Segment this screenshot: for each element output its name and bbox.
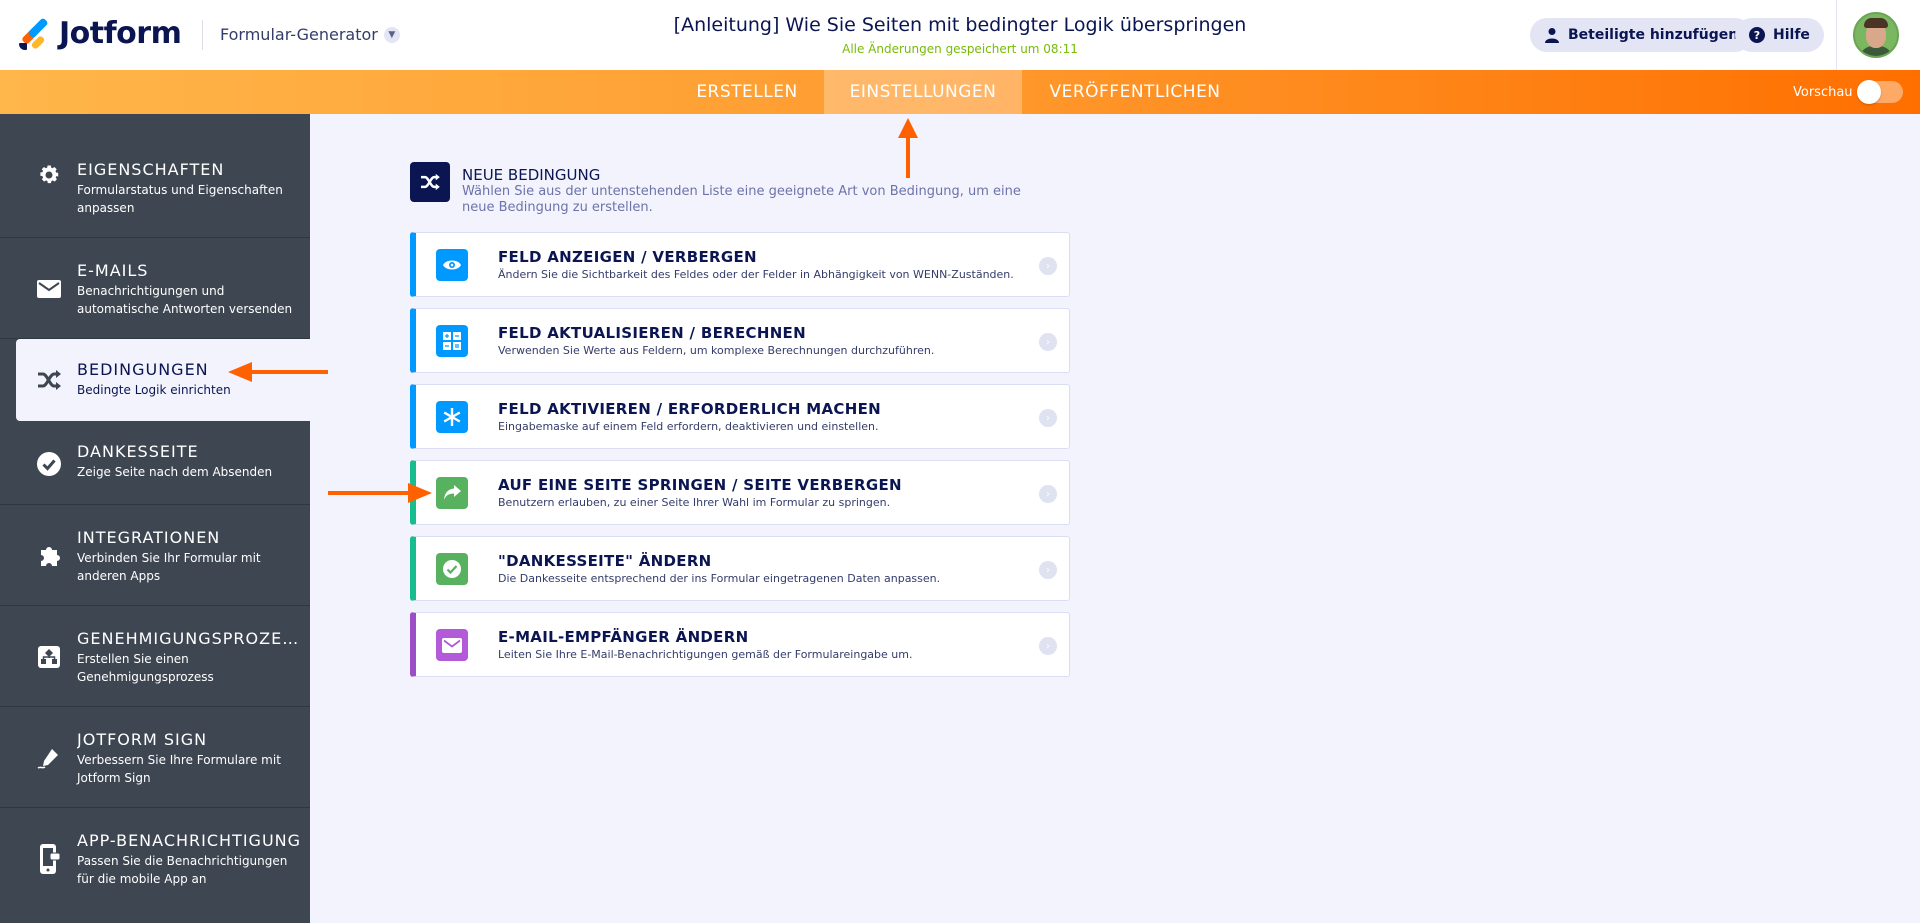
question-icon: ? bbox=[1749, 27, 1765, 43]
sidebar-item-desc: Benachrichtigungen und automatische Antw… bbox=[77, 284, 293, 316]
shuffle-icon bbox=[410, 162, 450, 202]
condition-card-update-calculate[interactable]: FELD AKTUALISIEREN / BERECHNEN Verwenden… bbox=[410, 308, 1070, 373]
sidebar-item-desc: Passen Sie die Benachrichtigungen für di… bbox=[77, 854, 288, 886]
sidebar-item-desc: Zeige Seite nach dem Absenden bbox=[77, 465, 273, 479]
sidebar-item-desc: Verbinden Sie Ihr Formular mit anderen A… bbox=[77, 551, 261, 583]
chevron-right-icon: › bbox=[1039, 257, 1057, 275]
condition-desc: Eingabemaske auf einem Feld erfordern, d… bbox=[498, 420, 879, 433]
condition-card-change-thankyou[interactable]: "DANKESSEITE" ÄNDERN Die Dankesseite ent… bbox=[410, 536, 1070, 601]
sidebar-item-title: E-MAILS bbox=[77, 261, 149, 280]
envelope-icon bbox=[436, 629, 468, 661]
sidebar-item-app-benachrichtigung[interactable]: APP-BENACHRICHTIGUNG Passen Sie die Bena… bbox=[0, 808, 310, 923]
sidebar-item-eigenschaften[interactable]: EIGENSCHAFTEN Formularstatus und Eigensc… bbox=[0, 114, 310, 238]
chevron-right-icon: › bbox=[1039, 637, 1057, 655]
calculator-icon bbox=[436, 325, 468, 357]
condition-desc: Benutzern erlauben, zu einer Seite Ihrer… bbox=[498, 496, 891, 509]
eye-icon bbox=[436, 249, 468, 281]
mobile-icon bbox=[36, 844, 62, 874]
sidebar-item-title: APP-BENACHRICHTIGUNG bbox=[77, 831, 302, 850]
help-button[interactable]: ? Hilfe bbox=[1735, 18, 1824, 52]
jotform-logo[interactable]: Jotform bbox=[19, 16, 182, 51]
header-divider bbox=[202, 20, 203, 50]
shuffle-icon bbox=[36, 367, 62, 393]
sidebar-item-genehmigungsprozess[interactable]: GENEHMIGUNGSPROZESS Erstellen Sie einen … bbox=[0, 606, 310, 707]
condition-title: FELD AKTIVIEREN / ERFORDERLICH MACHEN bbox=[498, 400, 881, 418]
sidebar-item-title: JOTFORM SIGN bbox=[77, 730, 208, 749]
saved-status: Alle Änderungen gespeichert um 08:11 bbox=[842, 42, 1078, 56]
sidebar-item-desc: Verbessern Sie Ihre Formulare mit Jotfor… bbox=[77, 753, 281, 785]
condition-card-enable-require[interactable]: FELD AKTIVIEREN / ERFORDERLICH MACHEN Ei… bbox=[410, 384, 1070, 449]
sidebar-item-emails[interactable]: E-MAILS Benachrichtigungen und automatis… bbox=[0, 238, 310, 339]
puzzle-icon bbox=[36, 543, 62, 569]
form-builder-label: Formular-Generator bbox=[220, 25, 378, 44]
asterisk-icon bbox=[436, 401, 468, 433]
avatar[interactable] bbox=[1853, 12, 1899, 58]
add-participants-button[interactable]: Beteiligte hinzufügen bbox=[1530, 18, 1753, 52]
condition-desc: Verwenden Sie Werte aus Feldern, um komp… bbox=[498, 344, 935, 357]
help-label: Hilfe bbox=[1773, 27, 1810, 43]
condition-title: FELD ANZEIGEN / VERBERGEN bbox=[498, 248, 757, 266]
condition-card-change-email-recipient[interactable]: E-MAIL-EMPFÄNGER ÄNDERN Leiten Sie Ihre … bbox=[410, 612, 1070, 677]
condition-desc: Ändern Sie die Sichtbarkeit des Feldes o… bbox=[498, 268, 1014, 281]
condition-title: AUF EINE SEITE SPRINGEN / SEITE VERBERGE… bbox=[498, 476, 902, 494]
jotform-logo-icon bbox=[19, 16, 49, 51]
tab-einstellungen[interactable]: EINSTELLUNGEN bbox=[824, 70, 1022, 114]
chevron-right-icon: › bbox=[1039, 485, 1057, 503]
form-builder-dropdown[interactable]: Formular-Generator ▼ bbox=[220, 25, 400, 44]
annotation-arrow-right-icon bbox=[328, 483, 432, 503]
sidebar-item-integrationen[interactable]: INTEGRATIONEN Verbinden Sie Ihr Formular… bbox=[0, 505, 310, 606]
chevron-down-icon: ▼ bbox=[383, 26, 400, 43]
tab-erstellen[interactable]: ERSTELLEN bbox=[676, 70, 818, 114]
sidebar-item-title: GENEHMIGUNGSPROZESS bbox=[77, 629, 302, 648]
sidebar-item-desc: Formularstatus und Eigenschaften anpasse… bbox=[77, 183, 283, 215]
sidebar-item-desc: Erstellen Sie einen Genehmigungsprozess bbox=[77, 652, 214, 684]
chevron-right-icon: › bbox=[1039, 333, 1057, 351]
check-circle-icon bbox=[36, 451, 62, 477]
new-condition-desc: Wählen Sie aus der untenstehenden Liste … bbox=[462, 184, 1021, 215]
condition-title: "DANKESSEITE" ÄNDERN bbox=[498, 552, 712, 570]
condition-card-skip-hide-page[interactable]: AUF EINE SEITE SPRINGEN / SEITE VERBERGE… bbox=[410, 460, 1070, 525]
condition-title: E-MAIL-EMPFÄNGER ÄNDERN bbox=[498, 628, 749, 646]
new-condition-title: NEUE BEDINGUNG bbox=[462, 166, 601, 184]
user-icon bbox=[1544, 27, 1560, 43]
envelope-icon bbox=[36, 276, 62, 302]
logo-text: Jotform bbox=[59, 16, 182, 51]
header-divider-right bbox=[1836, 0, 1837, 70]
svg-text:?: ? bbox=[1754, 29, 1760, 42]
pen-icon bbox=[36, 745, 62, 771]
annotation-arrow-up-icon bbox=[898, 118, 918, 178]
sidebar-item-dankesseite[interactable]: DANKESSEITE Zeige Seite nach dem Absende… bbox=[0, 421, 310, 505]
condition-title: FELD AKTUALISIEREN / BERECHNEN bbox=[498, 324, 806, 342]
sidebar-item-title: DANKESSEITE bbox=[77, 442, 199, 461]
settings-sidebar: EIGENSCHAFTEN Formularstatus und Eigensc… bbox=[0, 114, 310, 923]
builder-nav-bar: ERSTELLEN EINSTELLUNGEN VERÖFFENTLICHEN … bbox=[0, 70, 1920, 114]
annotation-arrow-left-icon bbox=[228, 362, 328, 382]
sidebar-item-title: INTEGRATIONEN bbox=[77, 528, 221, 547]
tab-veroeffentlichen[interactable]: VERÖFFENTLICHEN bbox=[1030, 70, 1240, 114]
form-title[interactable]: [Anleitung] Wie Sie Seiten mit bedingter… bbox=[560, 14, 1360, 36]
condition-desc: Die Dankesseite entsprechend der ins For… bbox=[498, 572, 941, 585]
check-circle-icon bbox=[436, 553, 468, 585]
gear-icon bbox=[36, 162, 62, 188]
share-arrow-icon bbox=[436, 477, 468, 509]
top-header: Jotform Formular-Generator ▼ [Anleitung]… bbox=[0, 0, 1920, 70]
workflow-icon bbox=[36, 644, 62, 670]
condition-desc: Leiten Sie Ihre E-Mail-Benachrichtigunge… bbox=[498, 648, 913, 661]
chevron-right-icon: › bbox=[1039, 561, 1057, 579]
condition-card-show-hide[interactable]: FELD ANZEIGEN / VERBERGEN Ändern Sie die… bbox=[410, 232, 1070, 297]
sidebar-item-jotform-sign[interactable]: JOTFORM SIGN Verbessern Sie Ihre Formula… bbox=[0, 707, 310, 808]
preview-label: Vorschau bbox=[1793, 85, 1853, 100]
chevron-right-icon: › bbox=[1039, 409, 1057, 427]
sidebar-item-title: EIGENSCHAFTEN bbox=[77, 160, 225, 179]
add-participants-label: Beteiligte hinzufügen bbox=[1568, 27, 1739, 43]
preview-toggle[interactable] bbox=[1857, 80, 1903, 104]
